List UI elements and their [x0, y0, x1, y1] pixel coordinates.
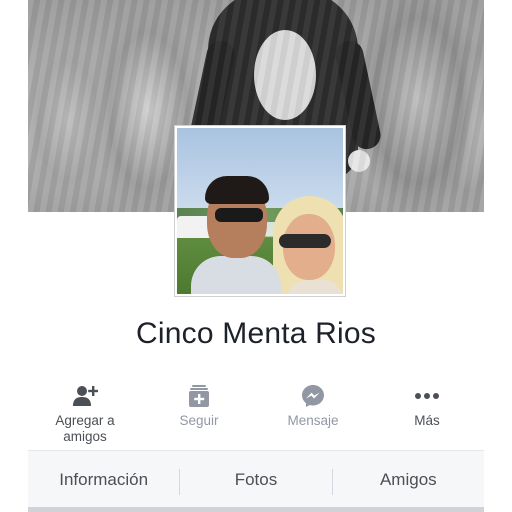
- messenger-icon: [300, 383, 326, 409]
- photo-man-sunglasses: [215, 208, 263, 222]
- left-margin: [0, 0, 28, 512]
- photo-woman-sunglasses: [279, 234, 331, 248]
- photo-man-shirt: [191, 256, 281, 294]
- bottom-separator: [28, 507, 484, 512]
- more-label: Más: [414, 413, 440, 428]
- more-button[interactable]: Más: [370, 383, 484, 449]
- follow-icon: [186, 383, 212, 409]
- profile-name: Cinco Menta Rios: [136, 317, 376, 350]
- follow-button[interactable]: Seguir: [142, 383, 256, 449]
- tab-amigos[interactable]: Amigos: [333, 451, 484, 512]
- profile-action-bar: Agregar a amigos Seguir Mensaje Más: [28, 383, 484, 449]
- photo-man-hair: [205, 176, 269, 204]
- profile-picture-image: [177, 128, 343, 294]
- right-margin: [484, 0, 512, 512]
- message-label: Mensaje: [287, 413, 339, 428]
- tab-informacion[interactable]: Información: [28, 451, 179, 512]
- follow-label: Seguir: [179, 413, 219, 428]
- profile-picture[interactable]: [174, 125, 346, 297]
- add-friend-label: Agregar a amigos: [55, 413, 115, 444]
- message-button[interactable]: Mensaje: [256, 383, 370, 449]
- add-friend-icon: [72, 383, 98, 409]
- profile-tabs: Información Fotos Amigos: [28, 450, 484, 512]
- tab-fotos[interactable]: Fotos: [180, 451, 331, 512]
- add-friend-button[interactable]: Agregar a amigos: [28, 383, 142, 449]
- more-icon: [414, 383, 440, 409]
